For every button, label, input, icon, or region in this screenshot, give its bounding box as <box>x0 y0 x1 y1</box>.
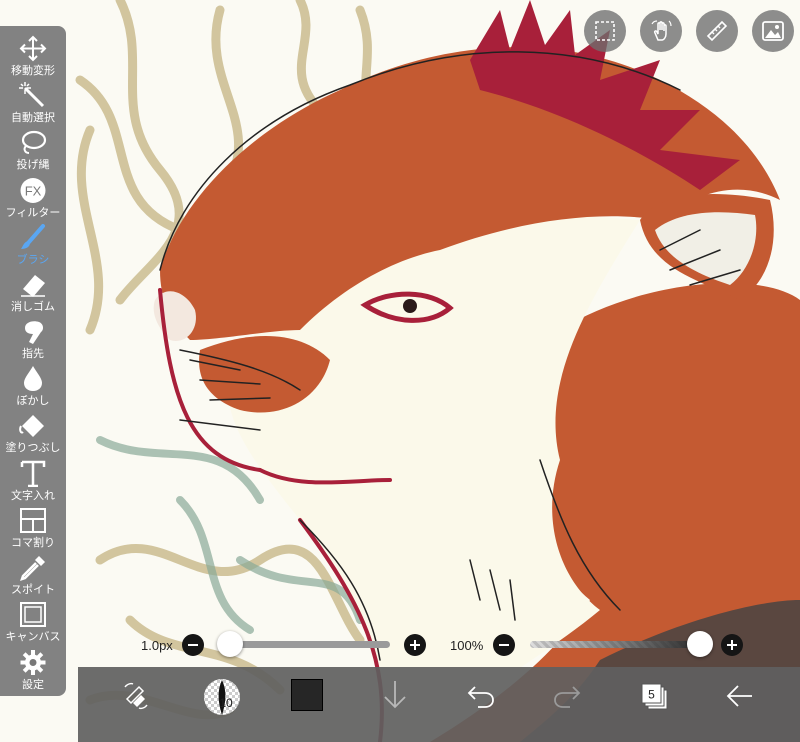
layer-count: 5 <box>648 688 655 702</box>
opacity-minus-button[interactable] <box>493 634 515 656</box>
color-swatch <box>291 679 323 711</box>
tool-filter[interactable]: FX フィルター <box>0 174 66 221</box>
layers-button[interactable]: 5 <box>638 667 672 727</box>
tool-eraser[interactable]: 消しゴム <box>0 268 66 315</box>
opacity-track[interactable] <box>530 641 700 648</box>
tool-text[interactable]: 文字入れ <box>0 457 66 504</box>
hand-gesture-icon <box>651 20 672 41</box>
tool-label: 投げ縄 <box>16 159 50 171</box>
plus-icon <box>727 640 737 650</box>
brush-size-track[interactable] <box>230 641 390 648</box>
tool-label: ぼかし <box>16 395 50 407</box>
tool-label: 移動変形 <box>11 65 55 77</box>
layers-icon: 5 <box>641 683 668 710</box>
opacity-plus-button[interactable] <box>721 634 743 656</box>
brush-size-minus-button[interactable] <box>182 634 204 656</box>
tool-brush[interactable]: ブラシ <box>0 221 66 268</box>
tool-label: 塗りつぶし <box>5 442 61 454</box>
frame-divider-icon <box>20 508 46 533</box>
opacity-label: 100% <box>450 638 484 653</box>
tool-lasso[interactable]: 投げ縄 <box>0 126 66 173</box>
opacity-thumb[interactable] <box>687 631 713 657</box>
tool-settings[interactable]: 設定 <box>0 646 66 693</box>
tool-label: スポイト <box>11 584 55 596</box>
lasso-icon <box>21 130 47 154</box>
selection-button[interactable] <box>584 10 626 52</box>
tool-label: 設定 <box>22 679 44 691</box>
arrow-left-icon <box>726 685 752 707</box>
eye-pupil <box>403 299 417 313</box>
undo-icon <box>467 686 494 708</box>
arrow-down-icon <box>384 681 406 709</box>
tool-canvas[interactable]: キャンバス <box>0 598 66 645</box>
tool-blur[interactable]: ぼかし <box>0 362 66 409</box>
brush-icon <box>21 224 45 249</box>
gear-icon <box>20 650 46 675</box>
tool-fill[interactable]: 塗りつぶし <box>0 409 66 456</box>
material-button[interactable] <box>752 10 794 52</box>
tool-label: フィルター <box>5 207 61 219</box>
brush-preview-icon: 10 <box>204 679 240 715</box>
fx-icon: FX <box>20 178 46 203</box>
swap-tool-icon <box>124 682 148 710</box>
brush-size-thumb[interactable] <box>217 631 243 657</box>
eraser-icon <box>21 275 45 297</box>
tool-finger[interactable]: 指先 <box>0 315 66 362</box>
bottom-bar: 10 5 <box>78 667 800 742</box>
text-icon <box>20 460 46 487</box>
tool-bar: 移動変形 自動選択 投げ縄 FX フィルター ブラシ 消しゴム 指先 ぼかし 塗… <box>0 26 66 696</box>
brush-preview-value: 10 <box>219 696 233 710</box>
canvas-icon <box>20 602 46 627</box>
blur-drop-icon <box>24 366 42 391</box>
back-button[interactable] <box>723 667 757 727</box>
plus-icon <box>410 640 420 650</box>
tool-magic-wand[interactable]: 自動選択 <box>0 79 66 126</box>
layer-merge-down-button[interactable] <box>378 667 412 727</box>
gesture-button[interactable] <box>640 10 682 52</box>
brush-size-label: 1.0px <box>141 638 173 653</box>
ruler-icon <box>706 20 728 42</box>
redo-button[interactable] <box>550 667 584 727</box>
tool-label: 自動選択 <box>11 112 55 124</box>
image-material-icon <box>762 21 784 41</box>
finger-icon <box>25 321 44 344</box>
fill-bucket-icon <box>19 415 44 437</box>
selection-icon <box>595 21 615 41</box>
magic-wand-icon <box>19 82 45 108</box>
ruler-button[interactable] <box>696 10 738 52</box>
move-icon <box>19 35 47 62</box>
fx-text: FX <box>25 184 42 199</box>
tool-label: ブラシ <box>16 254 50 266</box>
eyedropper-icon <box>20 556 45 581</box>
tool-move[interactable]: 移動変形 <box>0 32 66 79</box>
minus-icon <box>499 644 509 646</box>
tool-label: キャンバス <box>5 631 61 643</box>
brush-preview-button[interactable]: 10 <box>200 667 244 727</box>
tool-label: コマ割り <box>11 537 55 549</box>
minus-icon <box>188 644 198 646</box>
drawing-canvas[interactable] <box>0 0 800 742</box>
tool-label: 消しゴム <box>11 301 55 313</box>
brush-size-plus-button[interactable] <box>404 634 426 656</box>
swap-brush-eraser-button[interactable] <box>116 667 156 727</box>
color-swatch-button[interactable] <box>290 667 324 727</box>
tool-label: 指先 <box>22 348 44 360</box>
tool-label: 文字入れ <box>11 490 55 502</box>
undo-button[interactable] <box>464 667 498 727</box>
redo-icon <box>554 686 581 708</box>
tool-frame-divider[interactable]: コマ割り <box>0 504 66 551</box>
tool-eyedropper[interactable]: スポイト <box>0 551 66 598</box>
